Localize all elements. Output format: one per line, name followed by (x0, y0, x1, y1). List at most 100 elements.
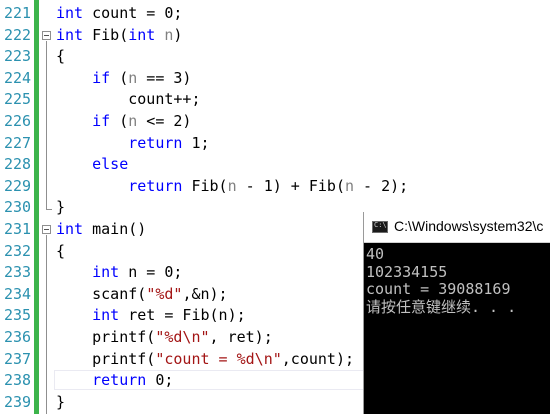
code-text[interactable]: return 0; (56, 370, 173, 392)
code-text[interactable]: } (56, 197, 65, 219)
line-number: 239 (4, 392, 32, 411)
console-title-bar[interactable]: C:\Windows\system32\c (364, 212, 550, 243)
code-line[interactable]: 224 if (n == 3) (0, 68, 550, 90)
line-number: 227 (4, 133, 32, 152)
code-token: ) (173, 25, 183, 44)
code-token: return (128, 176, 183, 195)
console-output-line: 40 (366, 245, 385, 263)
line-number: 235 (4, 306, 32, 325)
code-token: == 3) (137, 68, 192, 87)
code-token: n (128, 112, 138, 130)
code-text[interactable]: if (n <= 2) (56, 111, 191, 133)
code-token: ,count); (281, 349, 355, 368)
code-token: - 2); (354, 176, 409, 195)
code-token: "count = %d\n" (155, 349, 282, 368)
code-token: if (92, 112, 111, 130)
code-token: return (92, 371, 147, 390)
line-number: 223 (4, 47, 32, 66)
code-text[interactable]: int Fib(int n) (56, 25, 182, 47)
line-number: 234 (4, 284, 32, 303)
code-token: 0; (146, 371, 174, 390)
line-number: 221 (4, 4, 32, 22)
code-token: - 1) + Fib( (236, 176, 345, 195)
code-token: n (345, 176, 355, 195)
line-number: 229 (4, 176, 32, 195)
code-text[interactable]: { (56, 241, 65, 263)
code-token: "%d\n" (155, 328, 210, 346)
code-token: { (56, 241, 66, 260)
code-token: if (92, 68, 111, 87)
code-token: return (128, 133, 183, 152)
code-token: printf( (56, 349, 156, 368)
fold-toggle-fib[interactable] (42, 31, 51, 40)
code-token: ret = Fib(n); (119, 306, 246, 325)
code-line[interactable]: 226 if (n <= 2) (0, 111, 550, 133)
code-line[interactable]: 221 int count = 0; (0, 3, 550, 25)
code-token: , ret); (209, 328, 273, 346)
code-token: Fib( (83, 25, 129, 44)
code-token: int (128, 25, 156, 44)
code-token: <= 2) (137, 112, 192, 130)
code-text[interactable]: printf("count = %d\n",count); (56, 349, 354, 371)
line-number: 230 (4, 198, 32, 217)
code-token: } (56, 392, 66, 411)
code-line[interactable]: 227 return 1; (0, 133, 550, 155)
fold-guide-fib (46, 41, 47, 209)
console-output: 40 102334155 count = 39088169 请按任意键继续. .… (366, 245, 517, 316)
code-token: ( (110, 68, 129, 87)
code-token: ( (110, 112, 129, 130)
code-token: int (56, 25, 84, 44)
code-token: n (128, 68, 138, 87)
code-text[interactable]: int ret = Fib(n); (56, 305, 246, 327)
fold-guide-main (46, 235, 47, 414)
line-number: 228 (4, 155, 32, 174)
code-line[interactable]: 228 else (0, 154, 550, 176)
fold-end-fib (46, 209, 52, 210)
code-line[interactable]: 222 int Fib(int n) (0, 25, 550, 47)
line-number: 238 (4, 371, 32, 390)
line-number: 222 (4, 25, 32, 44)
line-number: 236 (4, 328, 32, 346)
code-token: count++; (56, 90, 201, 109)
line-number: 237 (4, 349, 32, 368)
line-number: 233 (4, 263, 32, 282)
code-text[interactable]: scanf("%d",&n); (56, 284, 227, 306)
code-text[interactable]: { (56, 46, 65, 68)
code-token: printf( (56, 328, 156, 346)
code-line[interactable]: 223 { (0, 46, 550, 68)
code-text[interactable]: int count = 0; (56, 3, 182, 25)
console-output-line: 请按任意键继续. . . (366, 297, 517, 316)
code-token: "%d" (146, 284, 183, 303)
code-text[interactable]: } (56, 392, 65, 414)
code-token: int (92, 306, 120, 325)
code-token: scanf( (56, 284, 147, 303)
code-token: n = 0; (119, 263, 183, 282)
code-token: count = 0; (83, 4, 183, 22)
console-title: C:\Windows\system32\c (394, 218, 544, 234)
fold-toggle-main[interactable] (42, 225, 51, 234)
code-text[interactable]: if (n == 3) (56, 68, 191, 90)
code-token: Fib( (182, 176, 228, 195)
line-number: 232 (4, 241, 32, 260)
code-token: int (56, 4, 84, 22)
console-window[interactable]: C:\Windows\system32\c 40 102334155 count… (363, 212, 550, 414)
code-token: } (56, 198, 66, 217)
code-line[interactable]: 225 count++; (0, 89, 550, 111)
code-text[interactable]: int n = 0; (56, 262, 182, 284)
code-text[interactable]: else (56, 154, 128, 176)
code-line[interactable]: 229 return Fib(n - 1) + Fib(n - 2); (0, 176, 550, 198)
code-text[interactable]: return 1; (56, 133, 209, 155)
code-text[interactable]: printf("%d\n", ret); (56, 327, 273, 349)
code-text[interactable]: count++; (56, 89, 201, 111)
code-text[interactable]: int main() (56, 219, 146, 241)
code-text[interactable]: return Fib(n - 1) + Fib(n - 2); (56, 176, 408, 198)
code-token: int (56, 220, 84, 238)
code-token: else (92, 155, 129, 174)
